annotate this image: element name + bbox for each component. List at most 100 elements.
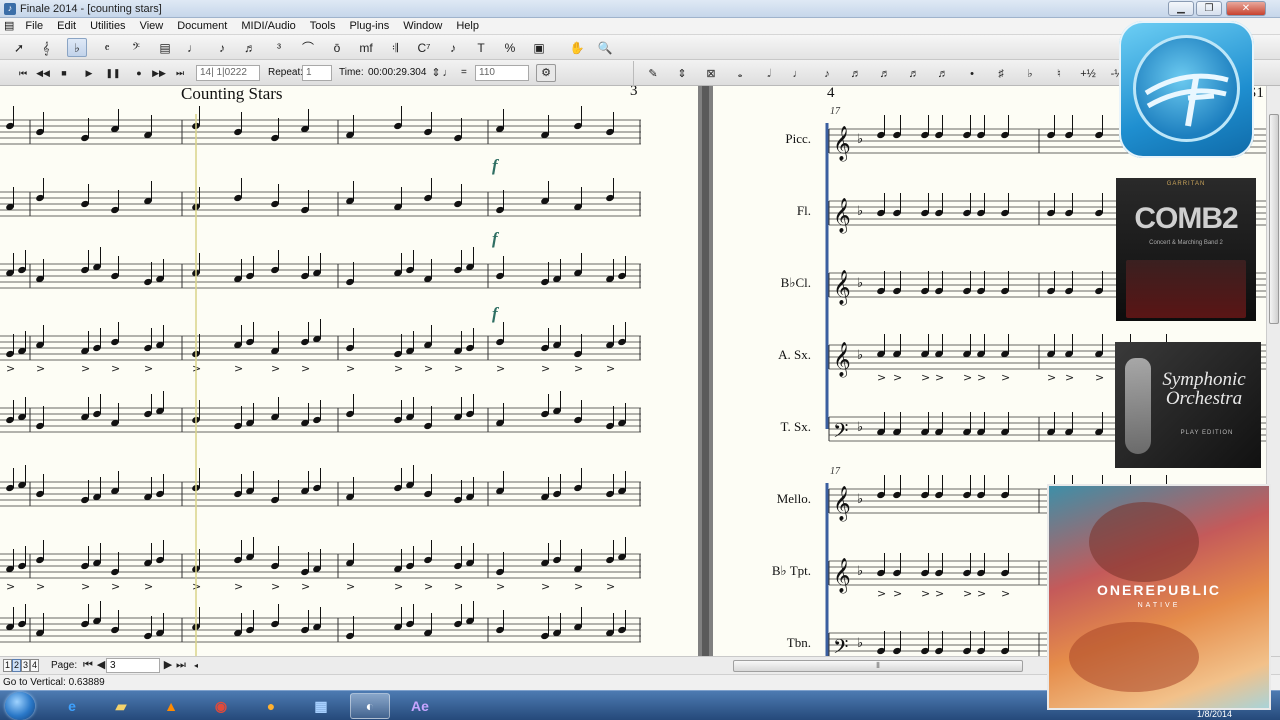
- simple-entry-item[interactable]: ⊠: [700, 65, 722, 83]
- hand-grabber-tool[interactable]: ✋: [567, 38, 587, 57]
- chord-tool[interactable]: C⁷: [414, 38, 434, 57]
- dynamic-forte[interactable]: f: [492, 156, 498, 176]
- menu-help[interactable]: Help: [449, 18, 486, 35]
- forward-end-icon[interactable]: ⏭: [171, 65, 189, 81]
- accent-mark: >: [394, 362, 403, 375]
- instrument-name[interactable]: B♭ Tpt.: [721, 563, 811, 579]
- lyrics-tool[interactable]: ♪: [443, 38, 463, 57]
- record-icon[interactable]: ●: [130, 65, 148, 81]
- horizontal-scroll-thumb[interactable]: ⦀: [733, 660, 1023, 672]
- clef-tool[interactable]: 𝄢: [126, 38, 146, 57]
- rewind-icon[interactable]: ◀◀: [34, 65, 52, 81]
- menu-view[interactable]: View: [133, 18, 171, 35]
- simple-entry-item[interactable]: 𝅗𝅥: [758, 65, 780, 83]
- taskbar-clock[interactable]: 1/8/2014: [1197, 709, 1232, 719]
- instrument-name[interactable]: B♭Cl.: [721, 275, 811, 291]
- simple-entry-item[interactable]: ♬: [932, 65, 954, 83]
- last-page-icon[interactable]: ⏭: [173, 658, 189, 673]
- repeat-tool[interactable]: 𝄇: [385, 38, 405, 57]
- measure-tool[interactable]: ▤: [155, 38, 175, 57]
- dynamic-forte[interactable]: f: [492, 229, 498, 249]
- dynamic-forte[interactable]: f: [492, 304, 498, 324]
- instrument-name[interactable]: T. Sx.: [721, 419, 811, 435]
- violin-image: [1125, 358, 1151, 454]
- simple-entry-item[interactable]: +½: [1077, 65, 1099, 83]
- menu-file[interactable]: File: [18, 18, 50, 35]
- stop-icon[interactable]: ■: [55, 65, 73, 81]
- document-menu-icon[interactable]: ▤: [0, 18, 18, 35]
- pause-icon[interactable]: ❚❚: [104, 65, 122, 81]
- maximize-button[interactable]: ❐: [1196, 1, 1222, 16]
- vlc-taskbar-icon[interactable]: ▲: [151, 693, 191, 719]
- rewind-start-icon[interactable]: ⏮: [14, 65, 32, 81]
- counter-field[interactable]: 14| 1|0222: [196, 65, 260, 81]
- instrument-name[interactable]: A. Sx.: [721, 347, 811, 363]
- simple-entry-item[interactable]: ♮: [1048, 65, 1070, 83]
- instrument-name[interactable]: Mello.: [721, 491, 811, 507]
- scroll-left-icon[interactable]: ◂: [188, 658, 204, 673]
- page-tab[interactable]: 2: [12, 659, 21, 672]
- remote-taskbar-icon[interactable]: ▦: [301, 693, 341, 719]
- accent-mark: >: [394, 580, 403, 593]
- menu-edit[interactable]: Edit: [50, 18, 83, 35]
- simple-entry-item[interactable]: 𝅝: [729, 65, 751, 83]
- simple-entry-item[interactable]: ♬: [845, 65, 867, 83]
- key-flat-icon: ♭: [857, 492, 863, 507]
- page-tab[interactable]: 3: [21, 659, 30, 672]
- selection-tool[interactable]: ➚: [9, 38, 29, 57]
- media-taskbar-icon[interactable]: ●: [251, 693, 291, 719]
- articulation-tool[interactable]: ō: [327, 38, 347, 57]
- simple-entry-item[interactable]: ♪: [816, 65, 838, 83]
- staff-tool[interactable]: 𝄞: [36, 38, 56, 57]
- tempo-field[interactable]: 110: [475, 65, 529, 81]
- after-effects-taskbar-icon[interactable]: Ae: [400, 693, 440, 719]
- menu-utilities[interactable]: Utilities: [83, 18, 132, 35]
- menu-window[interactable]: Window: [396, 18, 449, 35]
- chrome-taskbar-icon[interactable]: ◉: [201, 693, 241, 719]
- simple-entry-item[interactable]: ♩: [787, 65, 809, 83]
- playback-settings-icon[interactable]: ⚙: [536, 64, 556, 82]
- resize-tool[interactable]: %: [500, 38, 520, 57]
- close-button[interactable]: ✕: [1226, 1, 1266, 16]
- menu-midiaudio[interactable]: MIDI/Audio: [234, 18, 302, 35]
- simple-entry-item[interactable]: ♯: [990, 65, 1012, 83]
- simple-entry-item[interactable]: ♬: [903, 65, 925, 83]
- instrument-name[interactable]: Picc.: [721, 131, 811, 147]
- finale-app-icon[interactable]: ♪: [4, 2, 16, 15]
- simple-entry-item[interactable]: ♭: [1019, 65, 1041, 83]
- tuplet-tool[interactable]: ³: [269, 38, 289, 57]
- hyperscribe-tool[interactable]: ♬: [240, 38, 260, 57]
- fast-forward-icon[interactable]: ▶▶: [150, 65, 168, 81]
- page-tab[interactable]: 4: [30, 659, 39, 672]
- menu-tools[interactable]: Tools: [303, 18, 343, 35]
- minimize-button[interactable]: ▁: [1168, 1, 1194, 16]
- finale-taskbar-icon[interactable]: ◐: [350, 693, 390, 719]
- smart-shape-tool[interactable]: ⌒: [298, 38, 318, 57]
- text-tool[interactable]: T: [471, 38, 491, 57]
- page-tab[interactable]: 1: [3, 659, 12, 672]
- tempo-note-icon[interactable]: ♩: [440, 64, 456, 82]
- key-signature-tool[interactable]: ♭: [67, 38, 87, 57]
- simple-entry-item[interactable]: •: [961, 65, 983, 83]
- play-icon[interactable]: ▶: [80, 65, 98, 81]
- time-signature-tool[interactable]: 𝄴: [97, 38, 117, 57]
- vertical-scroll-thumb[interactable]: [1269, 114, 1279, 324]
- simple-entry-item[interactable]: ⇕: [671, 65, 693, 83]
- menu-document[interactable]: Document: [170, 18, 234, 35]
- menu-plugins[interactable]: Plug-ins: [342, 18, 396, 35]
- instrument-name[interactable]: Tbn.: [721, 635, 811, 651]
- instrument-name[interactable]: Fl.: [721, 203, 811, 219]
- explorer-taskbar-icon[interactable]: ▰: [101, 693, 141, 719]
- repeat-field[interactable]: 1: [302, 65, 332, 81]
- accent-mark: >: [234, 580, 243, 593]
- zoom-tool[interactable]: 🔍: [595, 38, 615, 57]
- start-button[interactable]: [5, 692, 35, 720]
- ie-taskbar-icon[interactable]: e: [52, 693, 92, 719]
- page-field[interactable]: 3: [106, 658, 160, 673]
- expression-tool[interactable]: mf: [356, 38, 376, 57]
- simple-entry-tool[interactable]: ♩: [183, 38, 203, 57]
- speedy-entry-tool[interactable]: ♪: [212, 38, 232, 57]
- graphics-tool[interactable]: ▣: [529, 38, 549, 57]
- simple-entry-item[interactable]: ♬: [874, 65, 896, 83]
- simple-entry-item[interactable]: ✎: [642, 65, 664, 83]
